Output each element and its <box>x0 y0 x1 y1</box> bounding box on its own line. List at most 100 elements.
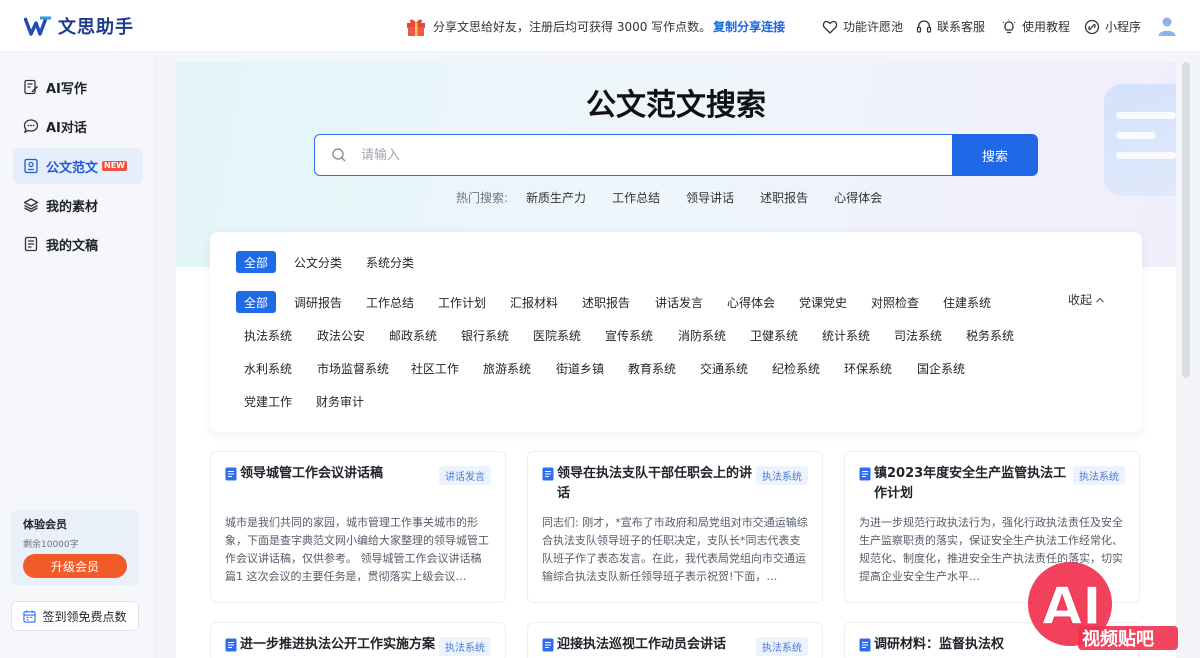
category-item[interactable]: 政法公安 <box>309 324 373 346</box>
category-item[interactable]: 国企系统 <box>909 357 973 379</box>
logo-text: 文思助手 <box>58 17 134 38</box>
sidebar-item-official-templates[interactable]: 公文范文 NEW <box>13 148 143 184</box>
article-card[interactable]: 迎接执法巡视工作动员会讲话 执法系统 <box>527 622 823 658</box>
card-tag: 讲话发言 <box>439 466 491 485</box>
category-item[interactable]: 心得体会 <box>719 291 783 313</box>
category-item[interactable]: 交通系统 <box>692 357 756 379</box>
checkin-button[interactable]: 签到领免费点数 <box>11 601 139 631</box>
sidebar-item-label: AI对话 <box>46 120 87 136</box>
hot-searches: 热门搜索: 新质生产力 工作总结 领导讲话 述职报告 心得体会 <box>456 189 908 206</box>
category-item[interactable]: 党建工作 <box>236 390 300 412</box>
category-item[interactable]: 卫健系统 <box>742 324 806 346</box>
sidebar-item-drafts[interactable]: 我的文稿 <box>13 226 143 262</box>
logo-w-icon <box>24 16 51 36</box>
doc-icon <box>859 638 871 652</box>
doc-icon <box>225 638 237 652</box>
nav-tutorial[interactable]: 使用教程 <box>1001 18 1070 35</box>
tab-all[interactable]: 全部 <box>236 251 277 273</box>
nav-wishlist[interactable]: 功能许愿池 <box>822 18 903 35</box>
doc-icon <box>225 467 237 481</box>
category-item[interactable]: 对照检查 <box>863 291 927 313</box>
sidebar-item-ai-chat[interactable]: AI对话 <box>13 108 143 144</box>
article-card[interactable]: 领导在执法支队干部任职会上的讲话 执法系统 同志们: 刚才，*宣布了市政府和局党… <box>527 451 823 603</box>
hot-search-item[interactable]: 领导讲话 <box>686 189 734 206</box>
card-excerpt: 城市是我们共同的家园，城市管理工作事关城市的形象，下面是查字典范文网小编给大家整… <box>225 516 489 583</box>
card-title: 镇2023年度安全生产监管执法工作计划 <box>874 466 1067 501</box>
membership-title: 体验会员 <box>23 518 67 531</box>
doc-icon <box>859 467 871 481</box>
category-item[interactable]: 司法系统 <box>886 324 950 346</box>
category-item[interactable]: 社区工作 <box>403 357 467 379</box>
gift-icon <box>407 19 425 36</box>
category-item[interactable]: 消防系统 <box>670 324 734 346</box>
chat-icon <box>23 119 39 134</box>
user-avatar-icon[interactable] <box>1156 15 1178 37</box>
checkin-label: 签到领免费点数 <box>42 609 127 624</box>
layers-icon <box>23 198 39 213</box>
hot-search-item[interactable]: 心得体会 <box>834 189 882 206</box>
share-promo: 分享文思给好友，注册后均可获得 3000 写作点数。 复制分享连接 <box>405 15 785 37</box>
category-item[interactable]: 旅游系统 <box>475 357 539 379</box>
category-item[interactable]: 邮政系统 <box>381 324 445 346</box>
article-card[interactable]: 进一步推进执法公开工作实施方案 执法系统 <box>210 622 506 658</box>
category-filter-panel: 全部 公文分类 系统分类 收起 全部 调研报告 工作总结 工作计划 汇报材料 述职报告 讲话… <box>210 232 1142 432</box>
doc-icon <box>542 467 554 481</box>
category-item[interactable]: 汇报材料 <box>502 291 566 313</box>
nav-label: 联系客服 <box>937 20 986 34</box>
category-item[interactable]: 医院系统 <box>525 324 589 346</box>
hot-search-item[interactable]: 工作总结 <box>612 189 660 206</box>
hot-label: 热门搜索: <box>456 191 509 205</box>
tab-system-category[interactable]: 系统分类 <box>358 251 422 273</box>
lightbulb-icon <box>1002 19 1016 33</box>
hot-search-item[interactable]: 述职报告 <box>760 189 808 206</box>
category-item[interactable]: 街道乡镇 <box>548 357 612 379</box>
sidebar-item-label: AI写作 <box>46 81 87 97</box>
promo-text: 分享文思给好友，注册后均可获得 3000 写作点数。 <box>433 19 712 34</box>
category-item[interactable]: 讲话发言 <box>647 291 711 313</box>
search-input[interactable] <box>361 147 921 163</box>
category-item[interactable]: 教育系统 <box>620 357 684 379</box>
upgrade-button[interactable]: 升级会员 <box>23 554 127 578</box>
sidebar-item-materials[interactable]: 我的素材 <box>13 187 143 223</box>
hot-search-item[interactable]: 新质生产力 <box>526 189 586 206</box>
category-item[interactable]: 税务系统 <box>958 324 1022 346</box>
sidebar-item-label: 我的素材 <box>46 199 99 215</box>
tab-official-category[interactable]: 公文分类 <box>286 251 350 273</box>
category-item[interactable]: 银行系统 <box>453 324 517 346</box>
card-tag: 执法系统 <box>439 637 491 656</box>
category-item[interactable]: 住建系统 <box>935 291 999 313</box>
category-item[interactable]: 财务审计 <box>308 390 372 412</box>
category-item[interactable]: 执法系统 <box>236 324 300 346</box>
category-item[interactable]: 环保系统 <box>836 357 900 379</box>
document-icon <box>24 236 38 252</box>
nav-support[interactable]: 联系客服 <box>916 18 985 35</box>
scrollbar[interactable] <box>1182 62 1190 378</box>
category-item[interactable]: 工作总结 <box>358 291 422 313</box>
category-item[interactable]: 述职报告 <box>574 291 638 313</box>
category-item[interactable]: 全部 <box>236 291 277 313</box>
category-item[interactable]: 水利系统 <box>236 357 300 379</box>
article-card[interactable]: 领导城管工作会议讲话稿 讲话发言 城市是我们共同的家园，城市管理工作事关城市的形… <box>210 451 506 603</box>
card-title: 调研材料：监督执法权 <box>874 637 1005 652</box>
category-item[interactable]: 工作计划 <box>430 291 494 313</box>
category-item[interactable]: 党课党史 <box>791 291 855 313</box>
category-item[interactable]: 纪检系统 <box>764 357 828 379</box>
copy-share-link[interactable]: 复制分享连接 <box>713 18 785 35</box>
logo[interactable]: 文思助手 <box>24 13 134 39</box>
category-item[interactable]: 调研报告 <box>286 291 350 313</box>
category-item[interactable]: 统计系统 <box>814 324 878 346</box>
edit-doc-icon <box>24 79 39 95</box>
sidebar: AI写作 AI对话 公文范文 NEW 我的素材 我的文稿 体验会员 剩余1000… <box>0 52 156 658</box>
card-excerpt: 同志们: 刚才，*宣布了市政府和局党组对市交通运输综合执法支队领导班子的任职决定… <box>542 516 808 583</box>
nav-mini-program[interactable]: 小程序 <box>1084 18 1141 35</box>
new-badge: NEW <box>102 161 127 171</box>
sidebar-item-label: 我的文稿 <box>46 238 99 254</box>
search-button[interactable]: 搜索 <box>952 134 1038 176</box>
category-item[interactable]: 宣传系统 <box>597 324 661 346</box>
collapse-label: 收起 <box>1068 293 1093 307</box>
mini-program-icon <box>1084 19 1100 34</box>
headset-icon <box>916 19 932 33</box>
category-item[interactable]: 市场监督系统 <box>309 357 397 379</box>
collapse-toggle[interactable]: 收起 <box>1068 291 1105 308</box>
sidebar-item-ai-writing[interactable]: AI写作 <box>13 69 143 105</box>
